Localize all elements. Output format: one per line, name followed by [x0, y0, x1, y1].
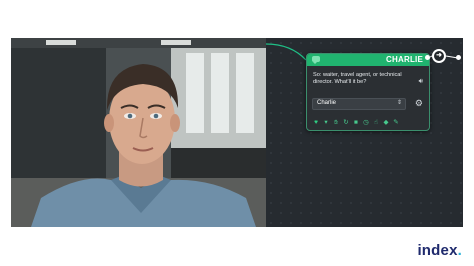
logo-dot: .	[457, 242, 462, 259]
pointer-icon[interactable]: ☝︎	[372, 119, 380, 127]
node-graph-canvas[interactable]: CHARLIE So: waiter, travel agent, or tec…	[266, 38, 463, 227]
speaker-icon[interactable]: 🔊︎	[419, 78, 423, 86]
speaker-select-value: Charlie	[317, 100, 337, 106]
heart-icon[interactable]: ♥	[312, 119, 320, 127]
avatar-video	[11, 38, 266, 227]
chevron-updown-icon: ⇕	[396, 100, 402, 106]
pencil-icon[interactable]: ✎	[392, 119, 400, 127]
node-title: CHARLIE	[386, 55, 423, 64]
loop-icon[interactable]: ↻	[342, 119, 350, 127]
tag-icon[interactable]: ◆	[382, 119, 390, 127]
speaker-select[interactable]: Charlie ⇕	[312, 98, 406, 110]
avatar-illustration	[11, 38, 266, 227]
app-frame: CHARLIE So: waiter, travel agent, or tec…	[11, 38, 463, 227]
node-header: CHARLIE	[307, 54, 429, 66]
input-port[interactable]	[315, 57, 320, 62]
output-port-right[interactable]	[456, 55, 461, 60]
arrow-right-icon: ➜	[434, 51, 444, 61]
dialogue-text[interactable]: So: waiter, travel agent, or technical d…	[313, 72, 405, 86]
output-port[interactable]	[425, 55, 430, 60]
node-toolbar: ♥ ▾ ✋︎ ↻ ■ ◷ ☝︎ ◆ ✎	[312, 118, 400, 127]
next-node-button[interactable]: ➜	[432, 49, 446, 63]
logo-text: index	[417, 242, 458, 259]
brand-logo: index.	[417, 242, 462, 259]
gear-icon[interactable]: ⚙	[415, 98, 423, 108]
clock-icon[interactable]: ◷	[362, 119, 370, 127]
stop-icon[interactable]: ■	[352, 119, 360, 127]
thumbs-down-icon[interactable]: ▾	[322, 119, 330, 127]
hand-icon[interactable]: ✋︎	[332, 119, 340, 127]
dialogue-node[interactable]: CHARLIE So: waiter, travel agent, or tec…	[306, 53, 430, 131]
